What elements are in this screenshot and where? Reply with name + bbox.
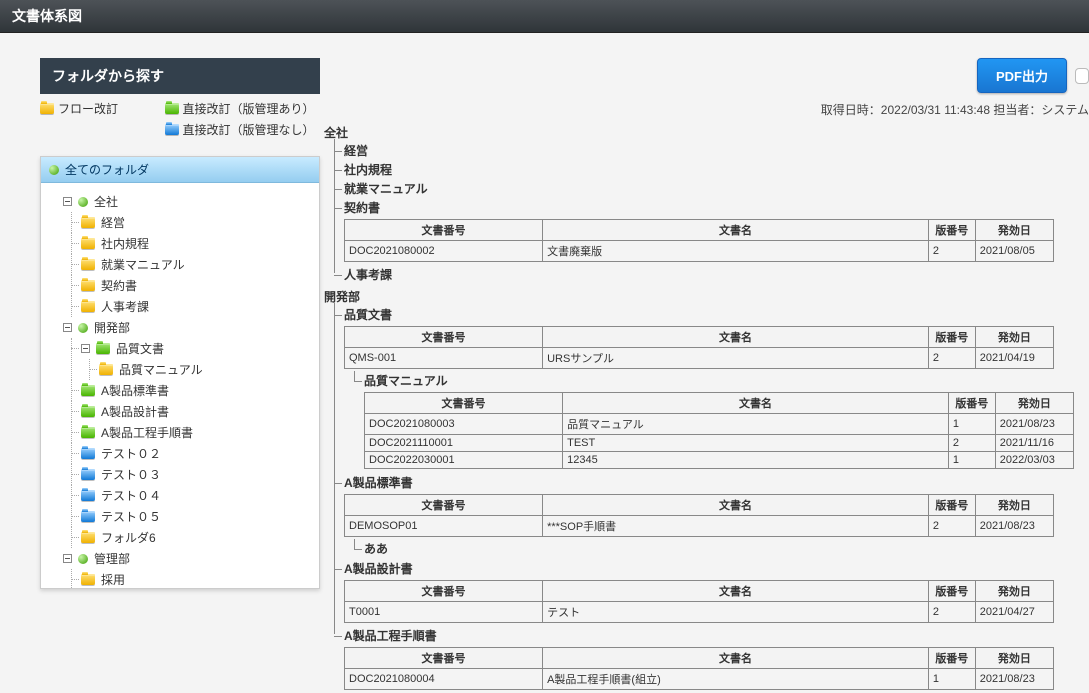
tree-node[interactable]: A製品設計書 bbox=[81, 401, 315, 422]
diagram-group-design: A製品設計書 bbox=[344, 562, 413, 576]
diagram-root: 全社 bbox=[324, 124, 1089, 141]
folder-yellow-icon bbox=[81, 532, 95, 543]
table-row[interactable]: QMS-001URSサンプル22021/04/19 bbox=[345, 348, 1054, 369]
quality-table: 文書番号文書名版番号発効日 QMS-001URSサンプル22021/04/19 bbox=[344, 326, 1054, 369]
table-row[interactable]: DOC2021080004A製品工程手順書(組立)12021/08/23 bbox=[345, 669, 1054, 690]
pdf-export-button[interactable]: PDF出力 bbox=[977, 58, 1067, 93]
tree-group-icon bbox=[78, 323, 88, 333]
diagram-group: 経営 bbox=[344, 144, 368, 158]
expander-icon[interactable] bbox=[63, 323, 72, 332]
folder-blue-icon bbox=[81, 469, 95, 480]
tree-node[interactable]: 経営 bbox=[81, 212, 315, 233]
retrieval-meta: 取得日時：2022/03/31 11:43:48 担当者：システム bbox=[324, 101, 1089, 118]
tree-group-icon bbox=[78, 197, 88, 207]
std-table: 文書番号文書名版番号発効日 DEMOSOP01***SOP手順書22021/08… bbox=[344, 494, 1054, 537]
contract-table: 文書番号文書名版番号発効日 DOC2021080002文書廃棄版22021/08… bbox=[344, 219, 1054, 262]
page-title-bar: 文書体系図 bbox=[0, 0, 1089, 33]
folder-tree-panel: 全てのフォルダ 全社 経営 社内規程 就業マニュアル bbox=[40, 156, 320, 589]
process-table: 文書番号文書名版番号発効日 DOC2021080004A製品工程手順書(組立)1… bbox=[344, 647, 1054, 690]
tree-root-icon bbox=[49, 165, 59, 175]
tree-node[interactable]: フォルダ6 bbox=[81, 527, 315, 548]
table-row[interactable]: DOC2021080002文書廃棄版22021/08/05 bbox=[345, 241, 1054, 262]
tree-node[interactable]: テスト０５ bbox=[81, 506, 315, 527]
page-title: 文書体系図 bbox=[12, 8, 82, 24]
folder-green-icon bbox=[96, 343, 110, 354]
tree-node[interactable]: 社内規程 bbox=[81, 233, 315, 254]
diagram-group: 社内規程 bbox=[344, 163, 392, 177]
tree-group-icon bbox=[78, 554, 88, 564]
folder-yellow-icon bbox=[81, 574, 95, 585]
table-row[interactable]: DOC20220300011234512022/03/03 bbox=[365, 452, 1074, 469]
design-table: 文書番号文書名版番号発効日 T0001テスト22021/04/27 bbox=[344, 580, 1054, 623]
tree-node[interactable]: テスト０４ bbox=[81, 485, 315, 506]
legend-direct1: 直接改訂（版管理あり） bbox=[165, 100, 310, 117]
table-row[interactable]: DOC2021110001TEST22021/11/16 bbox=[365, 435, 1074, 452]
expander-icon[interactable] bbox=[81, 344, 90, 353]
folder-blue-icon bbox=[81, 511, 95, 522]
folder-yellow-icon bbox=[81, 259, 95, 270]
tree-node[interactable]: 就業マニュアル bbox=[81, 254, 315, 275]
folder-blue-icon bbox=[81, 490, 95, 501]
folder-tree-header[interactable]: 全てのフォルダ bbox=[41, 157, 319, 183]
tree-node[interactable]: 採用 bbox=[81, 569, 315, 588]
legend: フロー改訂 直接改訂（版管理あり） 直接改訂（版管理なし） bbox=[40, 100, 320, 138]
expander-icon[interactable] bbox=[63, 554, 72, 563]
tree-node[interactable]: 契約書 bbox=[81, 275, 315, 296]
tree-node[interactable]: A製品標準書 bbox=[81, 380, 315, 401]
diagram-sub-quality-manual: 品質マニュアル bbox=[364, 374, 448, 388]
diagram-group-std: A製品標準書 bbox=[344, 476, 413, 490]
tree-node[interactable]: 品質マニュアル bbox=[99, 359, 315, 380]
tree-node[interactable]: 品質文書 bbox=[81, 338, 315, 359]
folder-yellow-icon bbox=[81, 238, 95, 249]
secondary-button[interactable] bbox=[1075, 68, 1089, 84]
folder-blue-icon bbox=[81, 448, 95, 459]
folder-yellow-icon bbox=[81, 301, 95, 312]
folder-green-icon bbox=[81, 406, 95, 417]
diagram-group-contract: 契約書 bbox=[344, 201, 380, 215]
folder-yellow-icon bbox=[81, 280, 95, 291]
tree-node[interactable]: テスト０３ bbox=[81, 464, 315, 485]
diagram-group-quality: 品質文書 bbox=[344, 308, 392, 322]
tree-node-admin[interactable]: 管理部 bbox=[63, 548, 315, 569]
diagram-dev-root: 開発部 bbox=[324, 288, 1089, 305]
folder-yellow-icon bbox=[40, 103, 54, 114]
tree-node-root[interactable]: 全社 bbox=[63, 191, 315, 212]
folder-yellow-icon bbox=[81, 217, 95, 228]
legend-flow: フロー改訂 bbox=[40, 100, 165, 117]
diagram-sub-aa: ああ bbox=[364, 542, 388, 556]
tree-node-dev[interactable]: 開発部 bbox=[63, 317, 315, 338]
folder-tree: 全社 経営 社内規程 就業マニュアル 契約書 人事考課 bbox=[45, 191, 315, 588]
table-row[interactable]: DOC2021080003品質マニュアル12021/08/23 bbox=[365, 414, 1074, 435]
folder-yellow-icon bbox=[99, 364, 113, 375]
diagram-group-process: A製品工程手順書 bbox=[344, 629, 437, 643]
folder-green-icon bbox=[81, 385, 95, 396]
table-row[interactable]: T0001テスト22021/04/27 bbox=[345, 602, 1054, 623]
diagram-group: 人事考課 bbox=[344, 268, 392, 282]
diagram-group: 就業マニュアル bbox=[344, 182, 428, 196]
tree-node[interactable]: A製品工程手順書 bbox=[81, 422, 315, 443]
folder-blue-icon bbox=[165, 124, 179, 135]
expander-icon[interactable] bbox=[63, 197, 72, 206]
folder-green-icon bbox=[165, 103, 179, 114]
legend-direct2: 直接改訂（版管理なし） bbox=[165, 121, 310, 138]
tree-node[interactable]: テスト０２ bbox=[81, 443, 315, 464]
tree-node[interactable]: 人事考課 bbox=[81, 296, 315, 317]
document-system-diagram: 全社 経営 社内規程 就業マニュアル 契約書 文書番号文書名版番号発効日 DOC… bbox=[324, 124, 1089, 693]
table-row[interactable]: DEMOSOP01***SOP手順書22021/08/23 bbox=[345, 516, 1054, 537]
folder-green-icon bbox=[81, 427, 95, 438]
left-column: フォルダから探す フロー改訂 直接改訂（版管理あり） 直接改訂（版管理なし） 全… bbox=[0, 58, 320, 589]
quality-manual-table: 文書番号文書名版番号発効日 DOC2021080003品質マニュアル12021/… bbox=[364, 392, 1074, 469]
folder-search-header: フォルダから探す bbox=[40, 58, 320, 94]
